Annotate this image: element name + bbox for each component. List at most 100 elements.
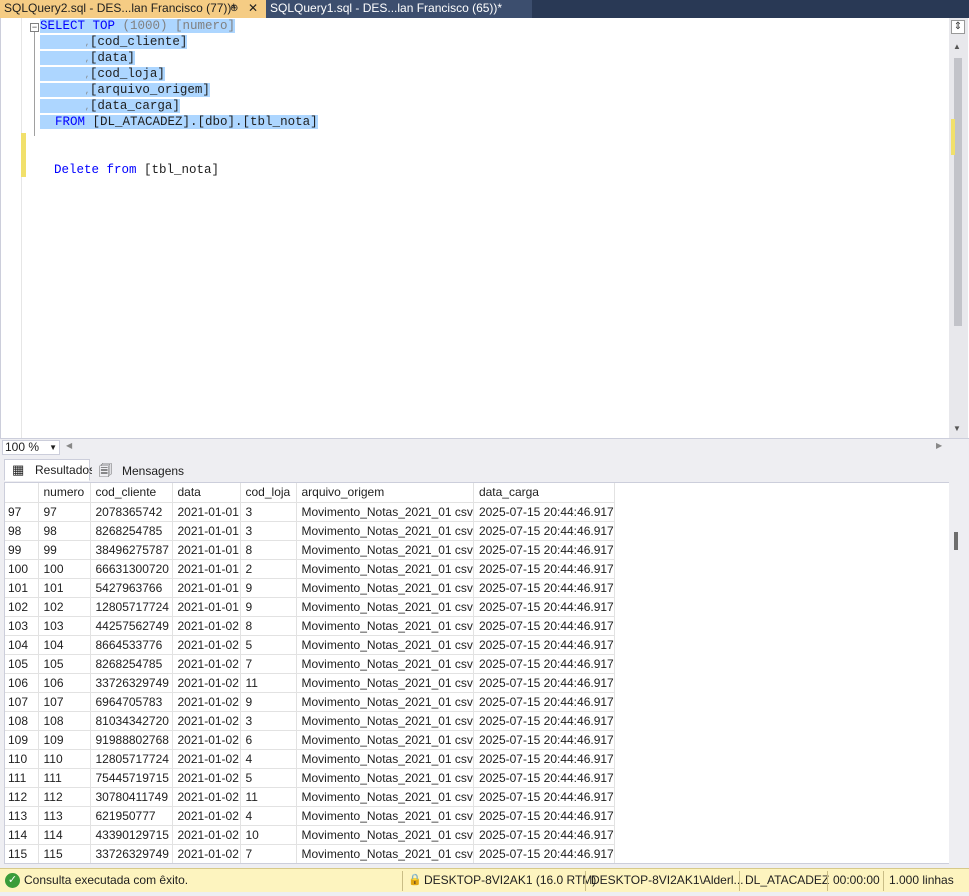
cell-data-carga[interactable]: 2025-07-15 20:44:46.917 bbox=[473, 825, 615, 845]
cell-arquivo-origem[interactable]: Movimento_Notas_2021_01 csv bbox=[296, 597, 474, 617]
cell-arquivo-origem[interactable]: Movimento_Notas_2021_01 csv bbox=[296, 559, 474, 579]
cell-data-carga[interactable]: 2025-07-15 20:44:46.917 bbox=[473, 578, 615, 598]
cell-data[interactable]: 2021-01-01 bbox=[172, 540, 241, 560]
table-row[interactable]: 109 109 91988802768 2021-01-02 6 Movimento_No… bbox=[5, 730, 615, 750]
cell-data[interactable]: 2021-01-02 bbox=[172, 692, 241, 712]
cell-arquivo-origem[interactable]: Movimento_Notas_2021_01 csv bbox=[296, 844, 474, 863]
cell-cod-loja[interactable]: 4 bbox=[240, 806, 297, 826]
table-row[interactable]: 107 107 6964705783 2021-01-02 9 Movimento_Not… bbox=[5, 692, 615, 712]
cell-cod-cliente[interactable]: 38496275787 bbox=[90, 540, 173, 560]
cell-cod-loja[interactable]: 3 bbox=[240, 711, 297, 731]
cell-cod-cliente[interactable]: 6964705783 bbox=[90, 692, 173, 712]
cell-numero[interactable]: 102 bbox=[38, 597, 91, 617]
cell-cod-cliente[interactable]: 5427963766 bbox=[90, 578, 173, 598]
cell-numero[interactable]: 107 bbox=[38, 692, 91, 712]
cell-data-carga[interactable]: 2025-07-15 20:44:46.917 bbox=[473, 673, 615, 693]
cell-arquivo-origem[interactable]: Movimento_Notas_2021_01 csv bbox=[296, 673, 474, 693]
cell-numero[interactable]: 109 bbox=[38, 730, 91, 750]
table-row[interactable]: 100 100 66631300720 2021-01-01 2 Movimento_No… bbox=[5, 559, 615, 579]
cell-numero[interactable]: 108 bbox=[38, 711, 91, 731]
table-row[interactable]: 110 110 12805717724 2021-01-02 4 Movimento_No… bbox=[5, 749, 615, 769]
scroll-left-icon[interactable]: ◀ bbox=[66, 441, 72, 450]
cell-rownum[interactable]: 102 bbox=[5, 597, 39, 617]
cell-cod-loja[interactable]: 4 bbox=[240, 749, 297, 769]
cell-numero[interactable]: 97 bbox=[38, 502, 91, 522]
cell-rownum[interactable]: 106 bbox=[5, 673, 39, 693]
results-grid[interactable]: numero cod_cliente data cod_loja arquivo… bbox=[4, 482, 951, 864]
cell-cod-cliente[interactable]: 91988802768 bbox=[90, 730, 173, 750]
cell-numero[interactable]: 113 bbox=[38, 806, 91, 826]
scrollbar-thumb[interactable] bbox=[954, 532, 958, 550]
cell-data[interactable]: 2021-01-02 bbox=[172, 673, 241, 693]
cell-cod-cliente[interactable]: 44257562749 bbox=[90, 616, 173, 636]
cell-cod-cliente[interactable]: 30780411749 bbox=[90, 787, 173, 807]
table-row[interactable]: 104 104 8664533776 2021-01-02 5 Movimento_Not… bbox=[5, 635, 615, 655]
cell-data-carga[interactable]: 2025-07-15 20:44:46.917 bbox=[473, 635, 615, 655]
cell-cod-loja[interactable]: 5 bbox=[240, 635, 297, 655]
cell-numero[interactable]: 101 bbox=[38, 578, 91, 598]
cell-rownum[interactable]: 107 bbox=[5, 692, 39, 712]
cell-cod-loja[interactable]: 3 bbox=[240, 502, 297, 522]
cell-data-carga[interactable]: 2025-07-15 20:44:46.917 bbox=[473, 559, 615, 579]
editor-vertical-scrollbar[interactable]: ⇕ ▲ ▼ bbox=[949, 18, 968, 438]
cell-data[interactable]: 2021-01-02 bbox=[172, 749, 241, 769]
cell-cod-loja[interactable]: 5 bbox=[240, 768, 297, 788]
cell-arquivo-origem[interactable]: Movimento_Notas_2021_01 csv bbox=[296, 806, 474, 826]
cell-rownum[interactable]: 99 bbox=[5, 540, 39, 560]
cell-cod-cliente[interactable]: 75445719715 bbox=[90, 768, 173, 788]
cell-cod-loja[interactable]: 6 bbox=[240, 730, 297, 750]
cell-data[interactable]: 2021-01-02 bbox=[172, 730, 241, 750]
cell-data[interactable]: 2021-01-02 bbox=[172, 825, 241, 845]
cell-arquivo-origem[interactable]: Movimento_Notas_2021_01 csv bbox=[296, 692, 474, 712]
cell-cod-cliente[interactable]: 66631300720 bbox=[90, 559, 173, 579]
cell-cod-loja[interactable]: 7 bbox=[240, 844, 297, 863]
cell-data-carga[interactable]: 2025-07-15 20:44:46.917 bbox=[473, 597, 615, 617]
cell-arquivo-origem[interactable]: Movimento_Notas_2021_01 csv bbox=[296, 521, 474, 541]
scroll-up-icon[interactable]: ▲ bbox=[953, 42, 961, 51]
cell-cod-cliente[interactable]: 8664533776 bbox=[90, 635, 173, 655]
cell-data-carga[interactable]: 2025-07-15 20:44:46.917 bbox=[473, 616, 615, 636]
cell-arquivo-origem[interactable]: Movimento_Notas_2021_01 csv bbox=[296, 787, 474, 807]
cell-cod-loja[interactable]: 9 bbox=[240, 578, 297, 598]
cell-data[interactable]: 2021-01-01 bbox=[172, 597, 241, 617]
cell-arquivo-origem[interactable]: Movimento_Notas_2021_01 csv bbox=[296, 768, 474, 788]
cell-rownum[interactable]: 97 bbox=[5, 502, 39, 522]
grid-vertical-scrollbar[interactable] bbox=[949, 482, 967, 864]
cell-data-carga[interactable]: 2025-07-15 20:44:46.917 bbox=[473, 749, 615, 769]
cell-cod-cliente[interactable]: 43390129715 bbox=[90, 825, 173, 845]
cell-arquivo-origem[interactable]: Movimento_Notas_2021_01 csv bbox=[296, 540, 474, 560]
cell-numero[interactable]: 114 bbox=[38, 825, 91, 845]
cell-cod-cliente[interactable]: 8268254785 bbox=[90, 654, 173, 674]
column-header-cod-cliente[interactable]: cod_cliente bbox=[90, 483, 173, 503]
cell-cod-loja[interactable]: 11 bbox=[240, 787, 297, 807]
cell-data-carga[interactable]: 2025-07-15 20:44:46.917 bbox=[473, 711, 615, 731]
cell-data[interactable]: 2021-01-02 bbox=[172, 616, 241, 636]
cell-rownum[interactable]: 108 bbox=[5, 711, 39, 731]
cell-numero[interactable]: 100 bbox=[38, 559, 91, 579]
cell-rownum[interactable]: 101 bbox=[5, 578, 39, 598]
cell-numero[interactable]: 105 bbox=[38, 654, 91, 674]
table-row[interactable]: 99 99 38496275787 2021-01-01 8 Movimento_Nota… bbox=[5, 540, 615, 560]
cell-cod-cliente[interactable]: 33726329749 bbox=[90, 673, 173, 693]
cell-data[interactable]: 2021-01-01 bbox=[172, 578, 241, 598]
cell-numero[interactable]: 98 bbox=[38, 521, 91, 541]
table-row[interactable]: 111 111 75445719715 2021-01-02 5 Movimento_No… bbox=[5, 768, 615, 788]
cell-arquivo-origem[interactable]: Movimento_Notas_2021_01 csv bbox=[296, 502, 474, 522]
cell-rownum[interactable]: 100 bbox=[5, 559, 39, 579]
cell-rownum[interactable]: 103 bbox=[5, 616, 39, 636]
cell-data[interactable]: 2021-01-02 bbox=[172, 654, 241, 674]
cell-data[interactable]: 2021-01-02 bbox=[172, 806, 241, 826]
cell-data-carga[interactable]: 2025-07-15 20:44:46.917 bbox=[473, 502, 615, 522]
cell-data-carga[interactable]: 2025-07-15 20:44:46.917 bbox=[473, 692, 615, 712]
cell-rownum[interactable]: 112 bbox=[5, 787, 39, 807]
query-editor[interactable]: − SELECT TOP (1000) [numero] ,[cod_clien… bbox=[0, 18, 969, 438]
cell-numero[interactable]: 112 bbox=[38, 787, 91, 807]
cell-cod-loja[interactable]: 3 bbox=[240, 521, 297, 541]
zoom-select[interactable]: 100 % ▼ bbox=[2, 440, 60, 455]
cell-data-carga[interactable]: 2025-07-15 20:44:46.917 bbox=[473, 654, 615, 674]
column-header-data[interactable]: data bbox=[172, 483, 241, 503]
cell-rownum[interactable]: 111 bbox=[5, 768, 39, 788]
table-row[interactable]: 97 97 2078365742 2021-01-01 3 Movimento_Notas… bbox=[5, 502, 615, 522]
cell-cod-cliente[interactable]: 621950777 bbox=[90, 806, 173, 826]
cell-rownum[interactable]: 110 bbox=[5, 749, 39, 769]
